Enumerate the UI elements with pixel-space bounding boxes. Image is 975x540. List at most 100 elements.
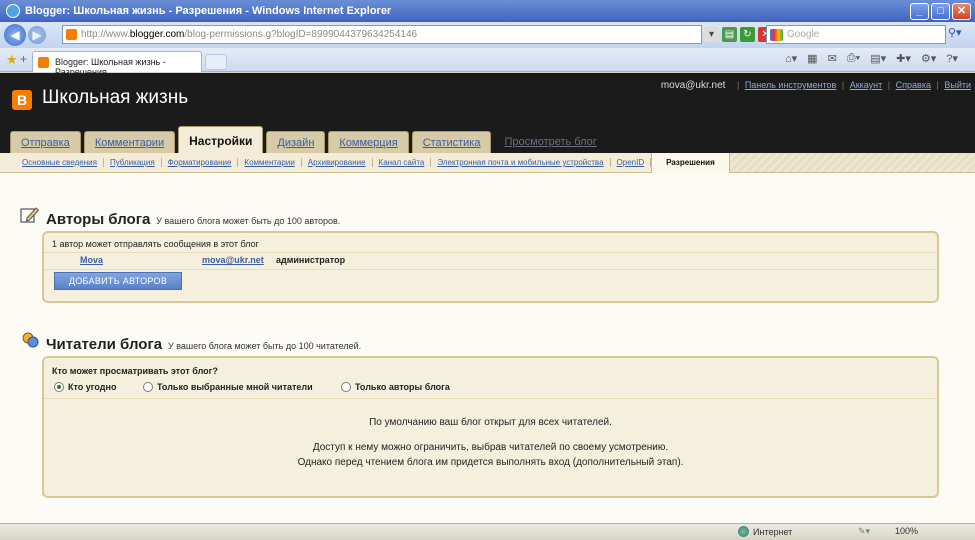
settings-subtabs: Основные сведения Публикация Форматирова… — [0, 152, 975, 173]
status-bar: Интернет ✎▾ 100% — [0, 523, 975, 540]
dropdown-icon[interactable]: ▾ — [704, 27, 719, 42]
print-icon[interactable]: ⎙▾ — [847, 52, 860, 65]
blogger-logo-icon: B — [12, 90, 32, 110]
mail-icon[interactable]: ✉ — [828, 52, 837, 65]
radio-selected-readers-label: Только выбранные мной читатели — [157, 382, 313, 392]
blogger-header: B Школьная жизнь mova@ukr.net | Панель и… — [0, 73, 975, 153]
dashboard-link[interactable]: Панель инструментов — [745, 80, 837, 90]
page-content: Авторы блога У вашего блога может быть д… — [0, 173, 975, 523]
help-link[interactable]: Справка — [896, 80, 931, 90]
new-tab-button[interactable] — [205, 54, 227, 70]
command-bar: ⌂▾ ▦ ✉ ⎙▾ ▤▾ ✚▾ ⚙▾ ?▾ — [785, 52, 958, 65]
readers-subtitle: У вашего блога может быть до 100 читател… — [168, 341, 362, 351]
subtab-archiving[interactable]: Архивирование — [302, 158, 373, 167]
account-links: mova@ukr.net | Панель инструментов | Акк… — [660, 80, 971, 91]
address-bar[interactable]: http://www.blogger.com/blog-permissions.… — [62, 25, 702, 44]
subtab-formatting[interactable]: Форматирование — [162, 158, 239, 167]
subtab-email-mobile[interactable]: Электронная почта и мобильные устройства — [431, 158, 611, 167]
window-titlebar: Blogger: Школьная жизнь - Разрешения - W… — [0, 0, 975, 22]
readers-question: Кто может просматривать этот блог? — [52, 366, 218, 376]
zoom-level[interactable]: 100% — [895, 526, 918, 536]
protected-mode-icon[interactable]: ✎▾ — [858, 526, 870, 537]
zone-label: Интернет — [753, 526, 793, 537]
subtab-publishing[interactable]: Публикация — [104, 158, 162, 167]
search-icon[interactable]: ⚲▾ — [948, 26, 962, 39]
tools-menu-icon[interactable]: ⚙▾ — [921, 52, 936, 65]
radio-anyone[interactable]: Кто угодно — [54, 382, 116, 392]
authors-box: 1 автор может отправлять сообщения в это… — [42, 231, 939, 303]
author-email-link[interactable]: mova@ukr.net — [202, 255, 264, 265]
radio-selected-readers[interactable]: Только выбранные мной читатели — [143, 382, 313, 392]
authors-title: Авторы блога — [46, 211, 151, 228]
author-name-link[interactable]: Mova — [80, 255, 103, 265]
readers-title: Читатели блога — [46, 336, 163, 353]
url-prefix: http://www. — [81, 29, 130, 40]
pencil-edit-icon — [20, 207, 40, 223]
blogger-favicon-icon — [66, 29, 77, 40]
readers-people-icon — [22, 332, 39, 348]
tab-stats[interactable]: Статистика — [411, 131, 492, 153]
authors-count-text: 1 автор может отправлять сообщения в это… — [52, 239, 259, 249]
subtab-permissions[interactable]: Разрешения — [651, 152, 730, 173]
home-icon[interactable]: ⌂▾ — [785, 52, 797, 65]
safety-menu-icon[interactable]: ✚▾ — [896, 52, 911, 65]
globe-icon — [738, 526, 749, 537]
search-placeholder: Google — [787, 29, 820, 40]
view-blog-link[interactable]: Просмотреть блог — [494, 136, 596, 153]
google-icon — [770, 29, 783, 41]
subtab-site-feed[interactable]: Канал сайта — [373, 158, 432, 167]
readers-default-message: По умолчанию ваш блог открыт для всех чи… — [369, 417, 612, 428]
window-controls: _ □ ✕ — [910, 3, 971, 20]
security-zone: Интернет — [738, 526, 792, 537]
address-toolbar: ◀ ▶ http://www.blogger.com/blog-permissi… — [0, 22, 975, 48]
window-title: Blogger: Школьная жизнь - Разрешения - W… — [25, 5, 392, 17]
refresh-icon[interactable]: ↻ — [740, 27, 755, 42]
address-tools: ▾ ▤ ↻ ✕ — [704, 27, 773, 42]
radio-anyone-dot[interactable] — [54, 382, 64, 392]
readers-heading: Читатели блога У вашего блога может быть… — [20, 331, 361, 353]
feeds-icon[interactable]: ▦ — [807, 52, 817, 65]
readers-restrict-message: Доступ к нему можно ограничить, выбрав ч… — [312, 442, 669, 453]
close-icon[interactable]: ✕ — [952, 3, 971, 20]
tab-favicon-icon — [38, 57, 49, 68]
page-menu-icon[interactable]: ▤▾ — [870, 52, 886, 65]
radio-authors-only-label: Только авторы блога — [355, 382, 450, 392]
main-tabs: Отправка Комментарии Настройки Дизайн Ко… — [10, 126, 597, 153]
add-authors-button[interactable]: ДОБАВИТЬ АВТОРОВ — [54, 272, 182, 290]
back-button[interactable]: ◀ — [4, 24, 26, 46]
user-email: mova@ukr.net — [660, 80, 726, 91]
readers-box: Кто может просматривать этот блог? Кто у… — [42, 356, 939, 498]
radio-authors-only-dot[interactable] — [341, 382, 351, 392]
compatibility-icon[interactable]: ▤ — [722, 27, 737, 42]
authors-subtitle: У вашего блога может быть до 100 авторов… — [156, 216, 341, 226]
authors-heading: Авторы блога У вашего блога может быть д… — [20, 206, 340, 228]
favorites-star-icon[interactable]: ★ — [6, 52, 18, 68]
search-input[interactable]: Google — [766, 25, 946, 44]
author-role: администратор — [276, 255, 346, 265]
radio-selected-readers-dot[interactable] — [143, 382, 153, 392]
signout-link[interactable]: Выйти — [944, 80, 971, 90]
radio-anyone-label: Кто угодно — [68, 382, 117, 392]
tab-settings[interactable]: Настройки — [178, 126, 264, 153]
tab-posting[interactable]: Отправка — [10, 131, 81, 153]
minimize-icon[interactable]: _ — [910, 3, 929, 20]
blog-title: Школьная жизнь — [42, 87, 189, 108]
url-domain: blogger.com — [129, 29, 185, 40]
ie-logo-icon — [6, 4, 20, 18]
radio-authors-only[interactable]: Только авторы блога — [341, 382, 450, 392]
forward-button[interactable]: ▶ — [28, 26, 46, 44]
tab-comments[interactable]: Комментарии — [83, 131, 176, 153]
subtab-comments[interactable]: Комментарии — [238, 158, 302, 167]
subtab-basic[interactable]: Основные сведения — [16, 158, 104, 167]
account-link[interactable]: Аккаунт — [850, 80, 883, 90]
readers-login-message: Однако перед чтением блога им придется в… — [297, 457, 684, 468]
maximize-icon[interactable]: □ — [931, 3, 950, 20]
ie-tab[interactable]: Blogger: Школьная жизнь - Разрешения — [32, 51, 202, 77]
subtab-openid[interactable]: OpenID — [611, 158, 652, 167]
ie-tab-row: ★ + Blogger: Школьная жизнь - Разрешения… — [0, 48, 975, 77]
tab-design[interactable]: Дизайн — [266, 131, 326, 153]
help-menu-icon[interactable]: ?▾ — [946, 52, 958, 65]
url-path: /blog-permissions.g?blogID=8999044379634… — [184, 29, 418, 40]
add-favorites-icon[interactable]: + — [20, 52, 27, 66]
tab-monetize[interactable]: Коммерция — [328, 131, 409, 153]
